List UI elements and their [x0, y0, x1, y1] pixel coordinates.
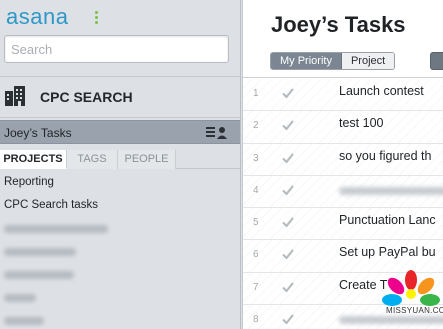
checkmark-icon[interactable]: [281, 280, 295, 294]
sidebar-tabs: PROJECTS TAGS PEOPLE: [0, 150, 240, 169]
search-box[interactable]: [4, 35, 229, 63]
task-number: 5: [253, 217, 259, 229]
project-item-cpc-search-tasks[interactable]: CPC Search tasks: [4, 199, 234, 222]
task-row[interactable]: 3 so you figured th: [243, 143, 443, 176]
project-list: Reporting CPC Search tasks: [4, 176, 234, 329]
project-button[interactable]: Project: [341, 53, 395, 69]
sort-button-group: My Priority Project: [270, 52, 396, 70]
page-title: Joey’s Tasks: [271, 12, 406, 37]
project-item-blurred[interactable]: [4, 268, 234, 291]
task-number: 6: [253, 249, 259, 261]
my-tasks-label: Joey’s Tasks: [4, 126, 72, 140]
add-task-button[interactable]: [430, 52, 443, 70]
logo-dots-icon: [95, 11, 99, 24]
task-name[interactable]: Launch contest: [339, 84, 424, 98]
assign-tasks-icon: [206, 127, 227, 139]
project-item-blurred[interactable]: [4, 222, 234, 245]
project-item-blurred[interactable]: [4, 291, 234, 314]
sidebar: asana CPC SEARCH Joey’s Tasks: [0, 0, 241, 329]
workspace-header[interactable]: CPC SEARCH: [0, 76, 240, 118]
checkmark-icon[interactable]: [281, 215, 295, 229]
building-icon: [5, 86, 25, 106]
tab-people[interactable]: PEOPLE: [118, 150, 176, 169]
task-name-blurred[interactable]: [339, 186, 443, 195]
task-row[interactable]: 1 Launch contest: [243, 79, 443, 112]
task-number: 8: [253, 314, 259, 326]
asana-logo[interactable]: asana: [6, 4, 68, 30]
watermark-logo-icon: [382, 270, 440, 306]
task-name[interactable]: Punctuation Lanc: [339, 213, 436, 227]
task-toolbar: My Priority Project: [243, 45, 443, 78]
checkmark-icon[interactable]: [281, 183, 295, 197]
workspace-name: CPC SEARCH: [40, 89, 133, 105]
my-priority-button[interactable]: My Priority: [271, 53, 342, 69]
task-row[interactable]: 4: [243, 175, 443, 209]
task-row[interactable]: 6 Set up PayPal bu: [243, 240, 443, 273]
task-name[interactable]: Set up PayPal bu: [339, 245, 436, 259]
task-number: 4: [253, 184, 259, 196]
checkmark-icon[interactable]: [281, 312, 295, 326]
checkmark-icon[interactable]: [281, 151, 295, 165]
tab-tags[interactable]: TAGS: [67, 150, 118, 169]
task-number: 3: [253, 152, 259, 164]
project-item-reporting[interactable]: Reporting: [4, 176, 234, 199]
sidebar-item-my-tasks[interactable]: Joey’s Tasks: [0, 120, 240, 144]
tab-projects[interactable]: PROJECTS: [0, 150, 67, 169]
task-name[interactable]: Create T: [339, 278, 387, 292]
watermark-text: MISSYUAN.COM: [386, 306, 443, 315]
checkmark-icon[interactable]: [281, 118, 295, 132]
task-name[interactable]: so you figured th: [339, 149, 431, 163]
project-item-blurred[interactable]: [4, 314, 234, 329]
search-input[interactable]: [5, 36, 228, 62]
task-row[interactable]: 2 test 100: [243, 111, 443, 144]
task-number: 7: [253, 281, 259, 293]
task-name[interactable]: test 100: [339, 116, 383, 130]
task-number: 1: [253, 88, 259, 99]
task-number: 2: [253, 120, 259, 132]
checkmark-icon[interactable]: [281, 247, 295, 261]
project-item-blurred[interactable]: [4, 245, 234, 268]
task-row[interactable]: 5 Punctuation Lanc: [243, 208, 443, 241]
checkmark-icon[interactable]: [281, 86, 295, 100]
